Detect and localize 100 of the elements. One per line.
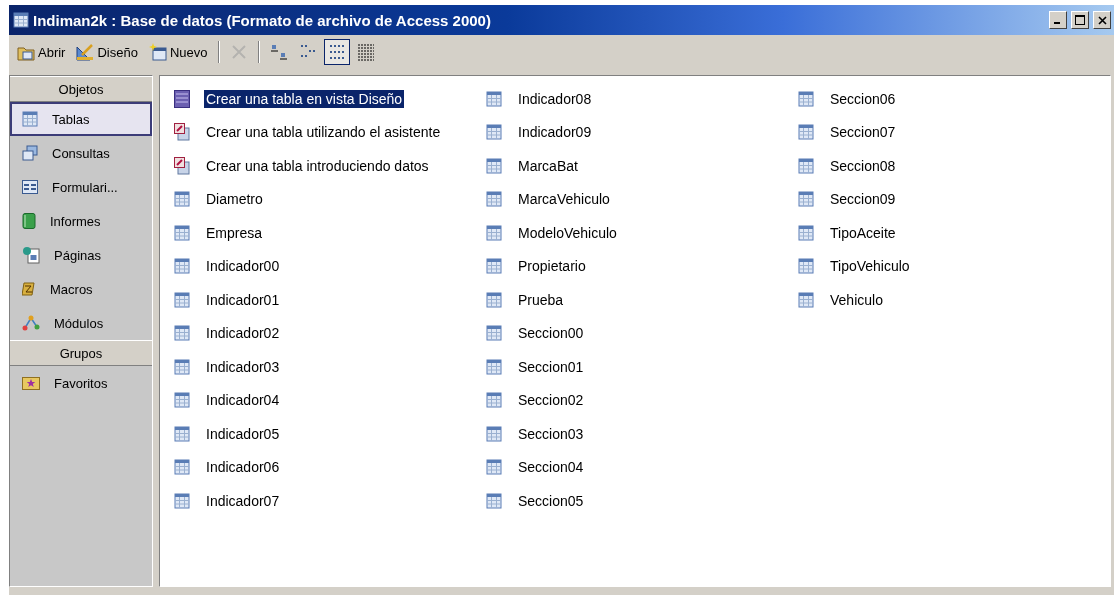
table-icon <box>798 124 814 141</box>
table-icon <box>798 258 814 275</box>
list-item[interactable]: Vehiculo <box>828 290 885 309</box>
list-item[interactable]: Seccion07 <box>828 123 898 142</box>
list-item[interactable]: Indicador06 <box>204 458 282 477</box>
wizard-icon <box>174 156 190 175</box>
table-icon <box>486 459 502 476</box>
list-item[interactable]: MarcaVehiculo <box>516 190 612 209</box>
table-icon <box>486 258 502 275</box>
list-item[interactable]: Seccion03 <box>516 424 586 443</box>
list-item[interactable]: Propietario <box>516 257 588 276</box>
list-item[interactable]: Indicador02 <box>204 324 282 343</box>
design-button[interactable]: Diseño <box>72 39 142 65</box>
list-item[interactable]: Seccion06 <box>828 89 898 108</box>
wizard-icon <box>174 123 190 142</box>
list-item[interactable]: Seccion09 <box>828 190 898 209</box>
table-icon <box>486 90 502 107</box>
close-icon <box>1097 15 1107 25</box>
table-icon <box>798 291 814 308</box>
list-item[interactable]: Indicador03 <box>204 357 282 376</box>
list-item[interactable]: Indicador09 <box>516 123 594 142</box>
list-item[interactable]: Indicador04 <box>204 391 282 410</box>
table-icon <box>486 392 502 409</box>
open-button[interactable]: Abrir <box>13 39 70 65</box>
table-icon <box>486 157 502 174</box>
table-icon <box>22 111 38 127</box>
object-type-item[interactable]: Tablas <box>10 102 152 136</box>
list-item[interactable]: Indicador08 <box>516 89 594 108</box>
list-item[interactable]: Diametro <box>204 190 265 209</box>
table-icon <box>486 124 502 141</box>
objects-header[interactable]: Objetos <box>10 76 152 102</box>
web-page-icon <box>22 246 40 264</box>
list-item[interactable]: ModeloVehiculo <box>516 223 619 242</box>
table-icon <box>174 425 190 442</box>
object-type-item[interactable]: Macros <box>10 272 152 306</box>
table-icon <box>486 492 502 509</box>
query-icon <box>22 145 38 161</box>
list-item[interactable]: Indicador05 <box>204 424 282 443</box>
form-icon <box>22 179 38 195</box>
new-button[interactable]: Nuevo <box>144 39 212 65</box>
delete-icon <box>229 43 248 61</box>
new-table-icon <box>148 43 167 61</box>
table-icon <box>174 224 190 241</box>
macro-icon <box>22 282 36 296</box>
table-icon <box>486 325 502 342</box>
large-icons-icon <box>269 43 288 61</box>
maximize-button[interactable] <box>1071 11 1089 29</box>
minimize-button[interactable] <box>1049 11 1067 29</box>
table-icon <box>174 258 190 275</box>
list-item[interactable]: Crear una tabla utilizando el asistente <box>204 123 443 142</box>
table-design-icon <box>174 89 190 108</box>
table-icon <box>174 392 190 409</box>
table-icon <box>486 291 502 308</box>
table-icon <box>486 191 502 208</box>
list-item[interactable]: Indicador01 <box>204 290 282 309</box>
list-item[interactable]: Seccion08 <box>828 156 898 175</box>
list-item[interactable]: Seccion02 <box>516 391 586 410</box>
module-icon <box>22 315 40 331</box>
list-item[interactable]: Seccion00 <box>516 324 586 343</box>
list-button[interactable] <box>323 39 350 65</box>
list-item[interactable]: Seccion05 <box>516 491 586 510</box>
object-type-item[interactable]: Informes <box>10 204 152 238</box>
maximize-icon <box>1075 15 1085 25</box>
list-item[interactable]: Indicador07 <box>204 491 282 510</box>
list-item[interactable]: Crear una tabla en vista Diseño <box>204 89 405 108</box>
list-item[interactable]: Seccion01 <box>516 357 586 376</box>
table-icon <box>174 492 190 509</box>
favorites-folder-icon <box>22 376 40 390</box>
table-icon <box>174 291 190 308</box>
table-icon <box>174 191 190 208</box>
table-icon <box>798 90 814 107</box>
group-item[interactable]: Favoritos <box>10 366 152 400</box>
window-title: Indiman2k : Base de datos (Formato de archivo de Access 2000) <box>33 11 492 29</box>
ruler-pencil-icon <box>76 43 95 61</box>
report-icon <box>22 213 36 229</box>
list-item[interactable]: Prueba <box>516 290 566 309</box>
list-item[interactable]: Seccion04 <box>516 458 586 477</box>
object-type-item[interactable]: Formulari... <box>10 170 152 204</box>
table-icon <box>174 459 190 476</box>
list-item[interactable]: Indicador00 <box>204 257 282 276</box>
table-icon <box>798 224 814 241</box>
list-icon <box>327 43 346 61</box>
object-type-item[interactable]: Páginas <box>10 238 152 272</box>
list-item[interactable]: TipoAceite <box>828 223 898 242</box>
groups-header[interactable]: Grupos <box>10 340 152 366</box>
table-icon <box>486 224 502 241</box>
list-item[interactable]: Crear una tabla introduciendo datos <box>204 156 431 175</box>
table-icon <box>798 191 814 208</box>
table-icon <box>174 325 190 342</box>
details-icon <box>356 43 375 61</box>
table-icon <box>486 358 502 375</box>
table-icon <box>174 358 190 375</box>
table-icon <box>486 425 502 442</box>
list-item[interactable]: Empresa <box>204 223 265 242</box>
table-icon <box>798 157 814 174</box>
object-type-item[interactable]: Módulos <box>10 306 152 340</box>
close-button[interactable] <box>1093 11 1111 29</box>
object-type-item[interactable]: Consultas <box>10 136 152 170</box>
list-item[interactable]: TipoVehiculo <box>828 257 912 276</box>
list-item[interactable]: MarcaBat <box>516 156 580 175</box>
